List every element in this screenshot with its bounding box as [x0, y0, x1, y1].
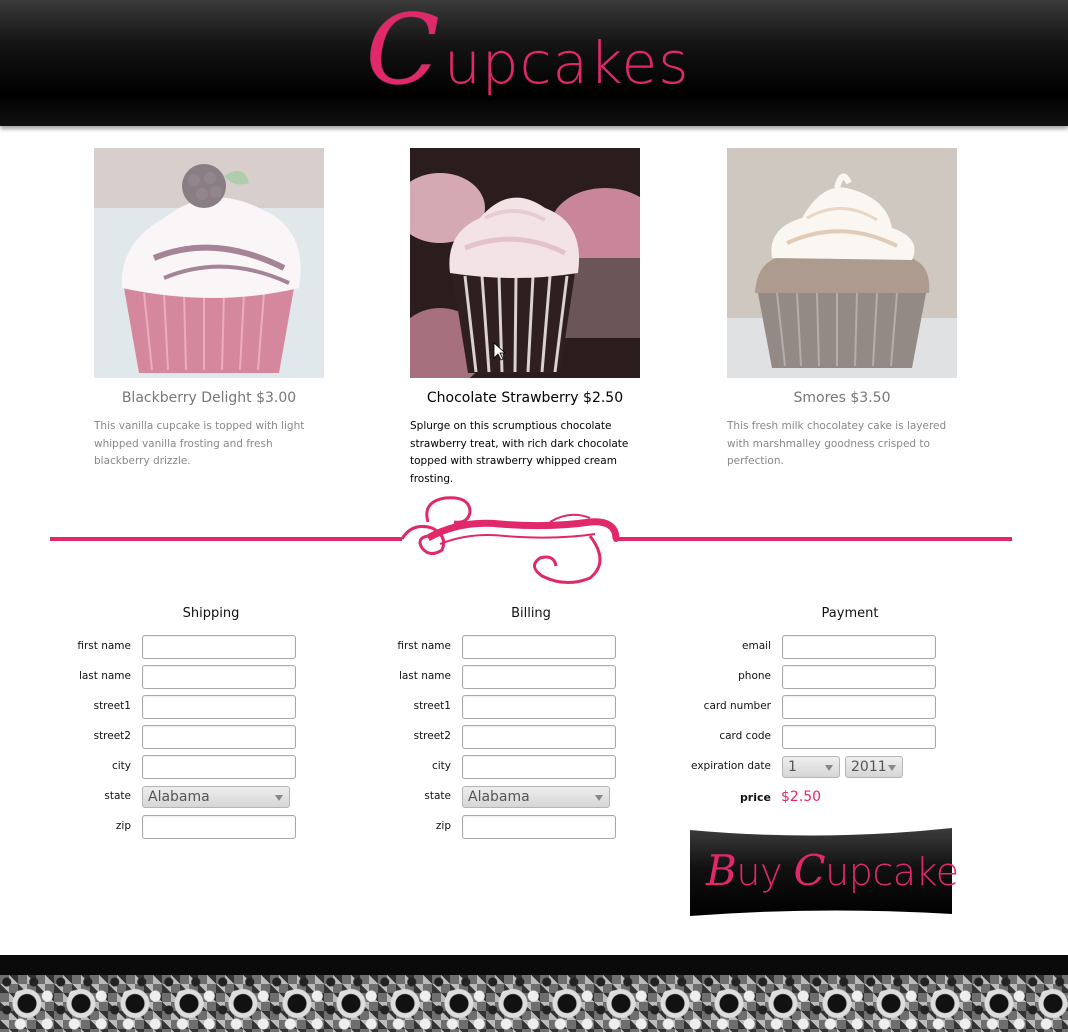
site-header: C upcakes: [0, 0, 1068, 126]
billing-street1-label: street1: [413, 700, 451, 712]
logo-initial: C: [366, 0, 440, 106]
product-smores[interactable]: Smores $3.50 This fresh milk chocolatey …: [727, 148, 967, 471]
shipping-street2-field[interactable]: [142, 725, 296, 749]
shipping-zip-label: zip: [115, 820, 131, 832]
billing-first-name-label: first name: [397, 640, 451, 652]
shipping-street1-field[interactable]: [142, 695, 296, 719]
billing-state-label: state: [424, 790, 451, 802]
buy-initial-c: C: [793, 846, 826, 895]
shipping-street1-label: street1: [93, 700, 131, 712]
shipping-state-label: state: [104, 790, 131, 802]
billing-state-select[interactable]: Alabama: [462, 786, 610, 808]
expiration-year-value: 2011: [851, 759, 887, 775]
billing-last-name-field[interactable]: [462, 665, 616, 689]
footer-bar: [0, 955, 1068, 975]
chevron-down-icon: [595, 795, 603, 801]
shipping-state-select[interactable]: Alabama: [142, 786, 290, 808]
product-description: Splurge on this scrumptious chocolate st…: [410, 420, 629, 485]
payment-title: Payment: [821, 606, 879, 621]
price-value: $2.50: [781, 789, 822, 805]
product-image-blackberry-delight[interactable]: [94, 148, 324, 378]
payment-email-field[interactable]: [782, 635, 936, 659]
shipping-city-field[interactable]: [142, 755, 296, 779]
shipping-last-name-label: last name: [78, 670, 131, 682]
buy-text-1: uy: [736, 850, 794, 894]
cupcake-illustration: [94, 148, 324, 378]
product-description: This fresh milk chocolatey cake is layer…: [727, 420, 947, 467]
product-image-chocolate-strawberry[interactable]: [410, 148, 640, 378]
shipping-street2-label: street2: [93, 730, 131, 742]
payment-phone-label: phone: [738, 670, 771, 682]
payment-card-code-field[interactable]: [782, 725, 936, 749]
buy-text-2: upcake: [825, 850, 959, 894]
buy-cupcake-button[interactable]: Buy Cupcake: [690, 828, 959, 916]
billing-state-value: Alabama: [468, 789, 530, 805]
billing-city-label: city: [431, 760, 451, 772]
shipping-zip-field[interactable]: [142, 815, 296, 839]
chevron-down-icon: [888, 765, 896, 771]
buy-initial-b: B: [706, 846, 737, 895]
chevron-down-icon: [825, 765, 833, 771]
billing-street2-label: street2: [413, 730, 451, 742]
product-image-smores[interactable]: [727, 148, 957, 378]
product-blackberry-delight[interactable]: Blackberry Delight $3.00 This vanilla cu…: [94, 148, 334, 471]
shipping-last-name-field[interactable]: [142, 665, 296, 689]
chevron-down-icon: [275, 795, 283, 801]
payment-card-number-label: card number: [703, 700, 771, 712]
product-name[interactable]: Blackberry Delight $3.00: [94, 390, 324, 406]
billing-title: Billing: [511, 606, 551, 621]
billing-street2-field[interactable]: [462, 725, 616, 749]
billing-zip-label: zip: [435, 820, 451, 832]
logo-text: upcakes: [444, 29, 690, 97]
buy-cupcake-label: Buy Cupcake: [706, 846, 959, 895]
product-name[interactable]: Chocolate Strawberry $2.50: [410, 390, 640, 406]
payment-email-label: email: [742, 640, 771, 652]
payment-phone-field[interactable]: [782, 665, 936, 689]
shipping-state-value: Alabama: [148, 789, 210, 805]
cupcake-illustration: [410, 148, 640, 378]
billing-city-field[interactable]: [462, 755, 616, 779]
shipping-city-label: city: [111, 760, 131, 772]
payment-expiration-label: expiration date: [691, 760, 771, 772]
cupcake-illustration: [727, 148, 957, 378]
expiration-year-select[interactable]: 2011: [845, 756, 903, 778]
product-chocolate-strawberry[interactable]: Chocolate Strawberry $2.50 Splurge on th…: [410, 148, 650, 488]
site-logo[interactable]: C upcakes: [366, 2, 696, 110]
product-name[interactable]: Smores $3.50: [727, 390, 957, 406]
billing-last-name-label: last name: [398, 670, 451, 682]
billing-street1-field[interactable]: [462, 695, 616, 719]
shipping-first-name-field[interactable]: [142, 635, 296, 659]
price-label: price: [739, 791, 771, 804]
billing-first-name-field[interactable]: [462, 635, 616, 659]
footer-damask-pattern: [0, 975, 1068, 1032]
shipping-first-name-label: first name: [77, 640, 131, 652]
shipping-title: Shipping: [182, 606, 240, 621]
billing-zip-field[interactable]: [462, 815, 616, 839]
expiration-month-value: 1: [788, 759, 797, 775]
swirl-divider: [50, 496, 1012, 584]
expiration-month-select[interactable]: 1: [782, 756, 840, 778]
product-description: This vanilla cupcake is topped with ligh…: [94, 420, 305, 467]
payment-card-code-label: card code: [719, 730, 771, 742]
payment-card-number-field[interactable]: [782, 695, 936, 719]
